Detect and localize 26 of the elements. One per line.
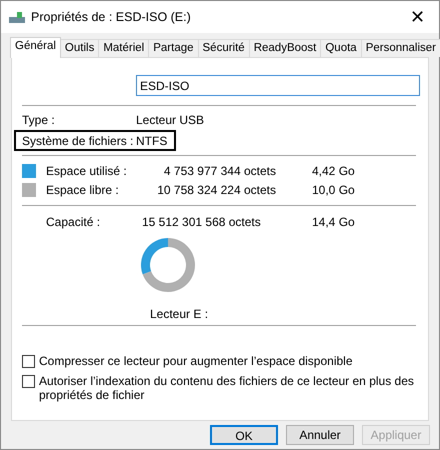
property-label: Système de fichiers : xyxy=(22,132,134,150)
checkbox-label: Compresser ce lecteur pour augmenter l’espace disponible xyxy=(39,354,352,368)
space-label: Espace utilisé : xyxy=(46,162,128,180)
tab[interactable]: Personnaliser xyxy=(360,39,440,57)
close-button[interactable]: ✕ xyxy=(404,8,431,26)
checkbox[interactable] xyxy=(22,355,35,368)
space-size: 4,42 Go xyxy=(312,162,356,180)
capacity-bytes: 15 512 301 568 octets xyxy=(142,214,262,230)
drive-icon xyxy=(9,11,25,23)
drive-label: Lecteur E : xyxy=(150,306,208,323)
property-label: Type : xyxy=(22,112,56,128)
space-label: Espace libre : xyxy=(46,182,120,198)
capacity-label: Capacité : xyxy=(46,214,102,230)
space-bytes: 4 753 977 344 octets xyxy=(162,162,276,180)
property-value: NTFS xyxy=(136,132,168,150)
window-title: Propriétés de : ESD-ISO (E:) xyxy=(31,8,192,26)
name-field[interactable]: ESD-ISO xyxy=(136,75,420,96)
property-value: Lecteur USB xyxy=(136,112,204,128)
dialog-button[interactable]: OK xyxy=(210,425,278,445)
space-bytes: 10 758 324 224 octets xyxy=(156,182,276,198)
dialog-button[interactable]: Annuler xyxy=(286,425,354,445)
space-size: 10,0 Go xyxy=(312,182,356,198)
checkbox-label: Autoriser l’indexation du contenu des fichiers de ce lecteur en plus des propriétés de fichier xyxy=(39,374,415,402)
checkbox[interactable] xyxy=(22,375,35,388)
tab[interactable]: Général xyxy=(10,37,61,58)
capacity-size: 14,4 Go xyxy=(312,214,356,230)
